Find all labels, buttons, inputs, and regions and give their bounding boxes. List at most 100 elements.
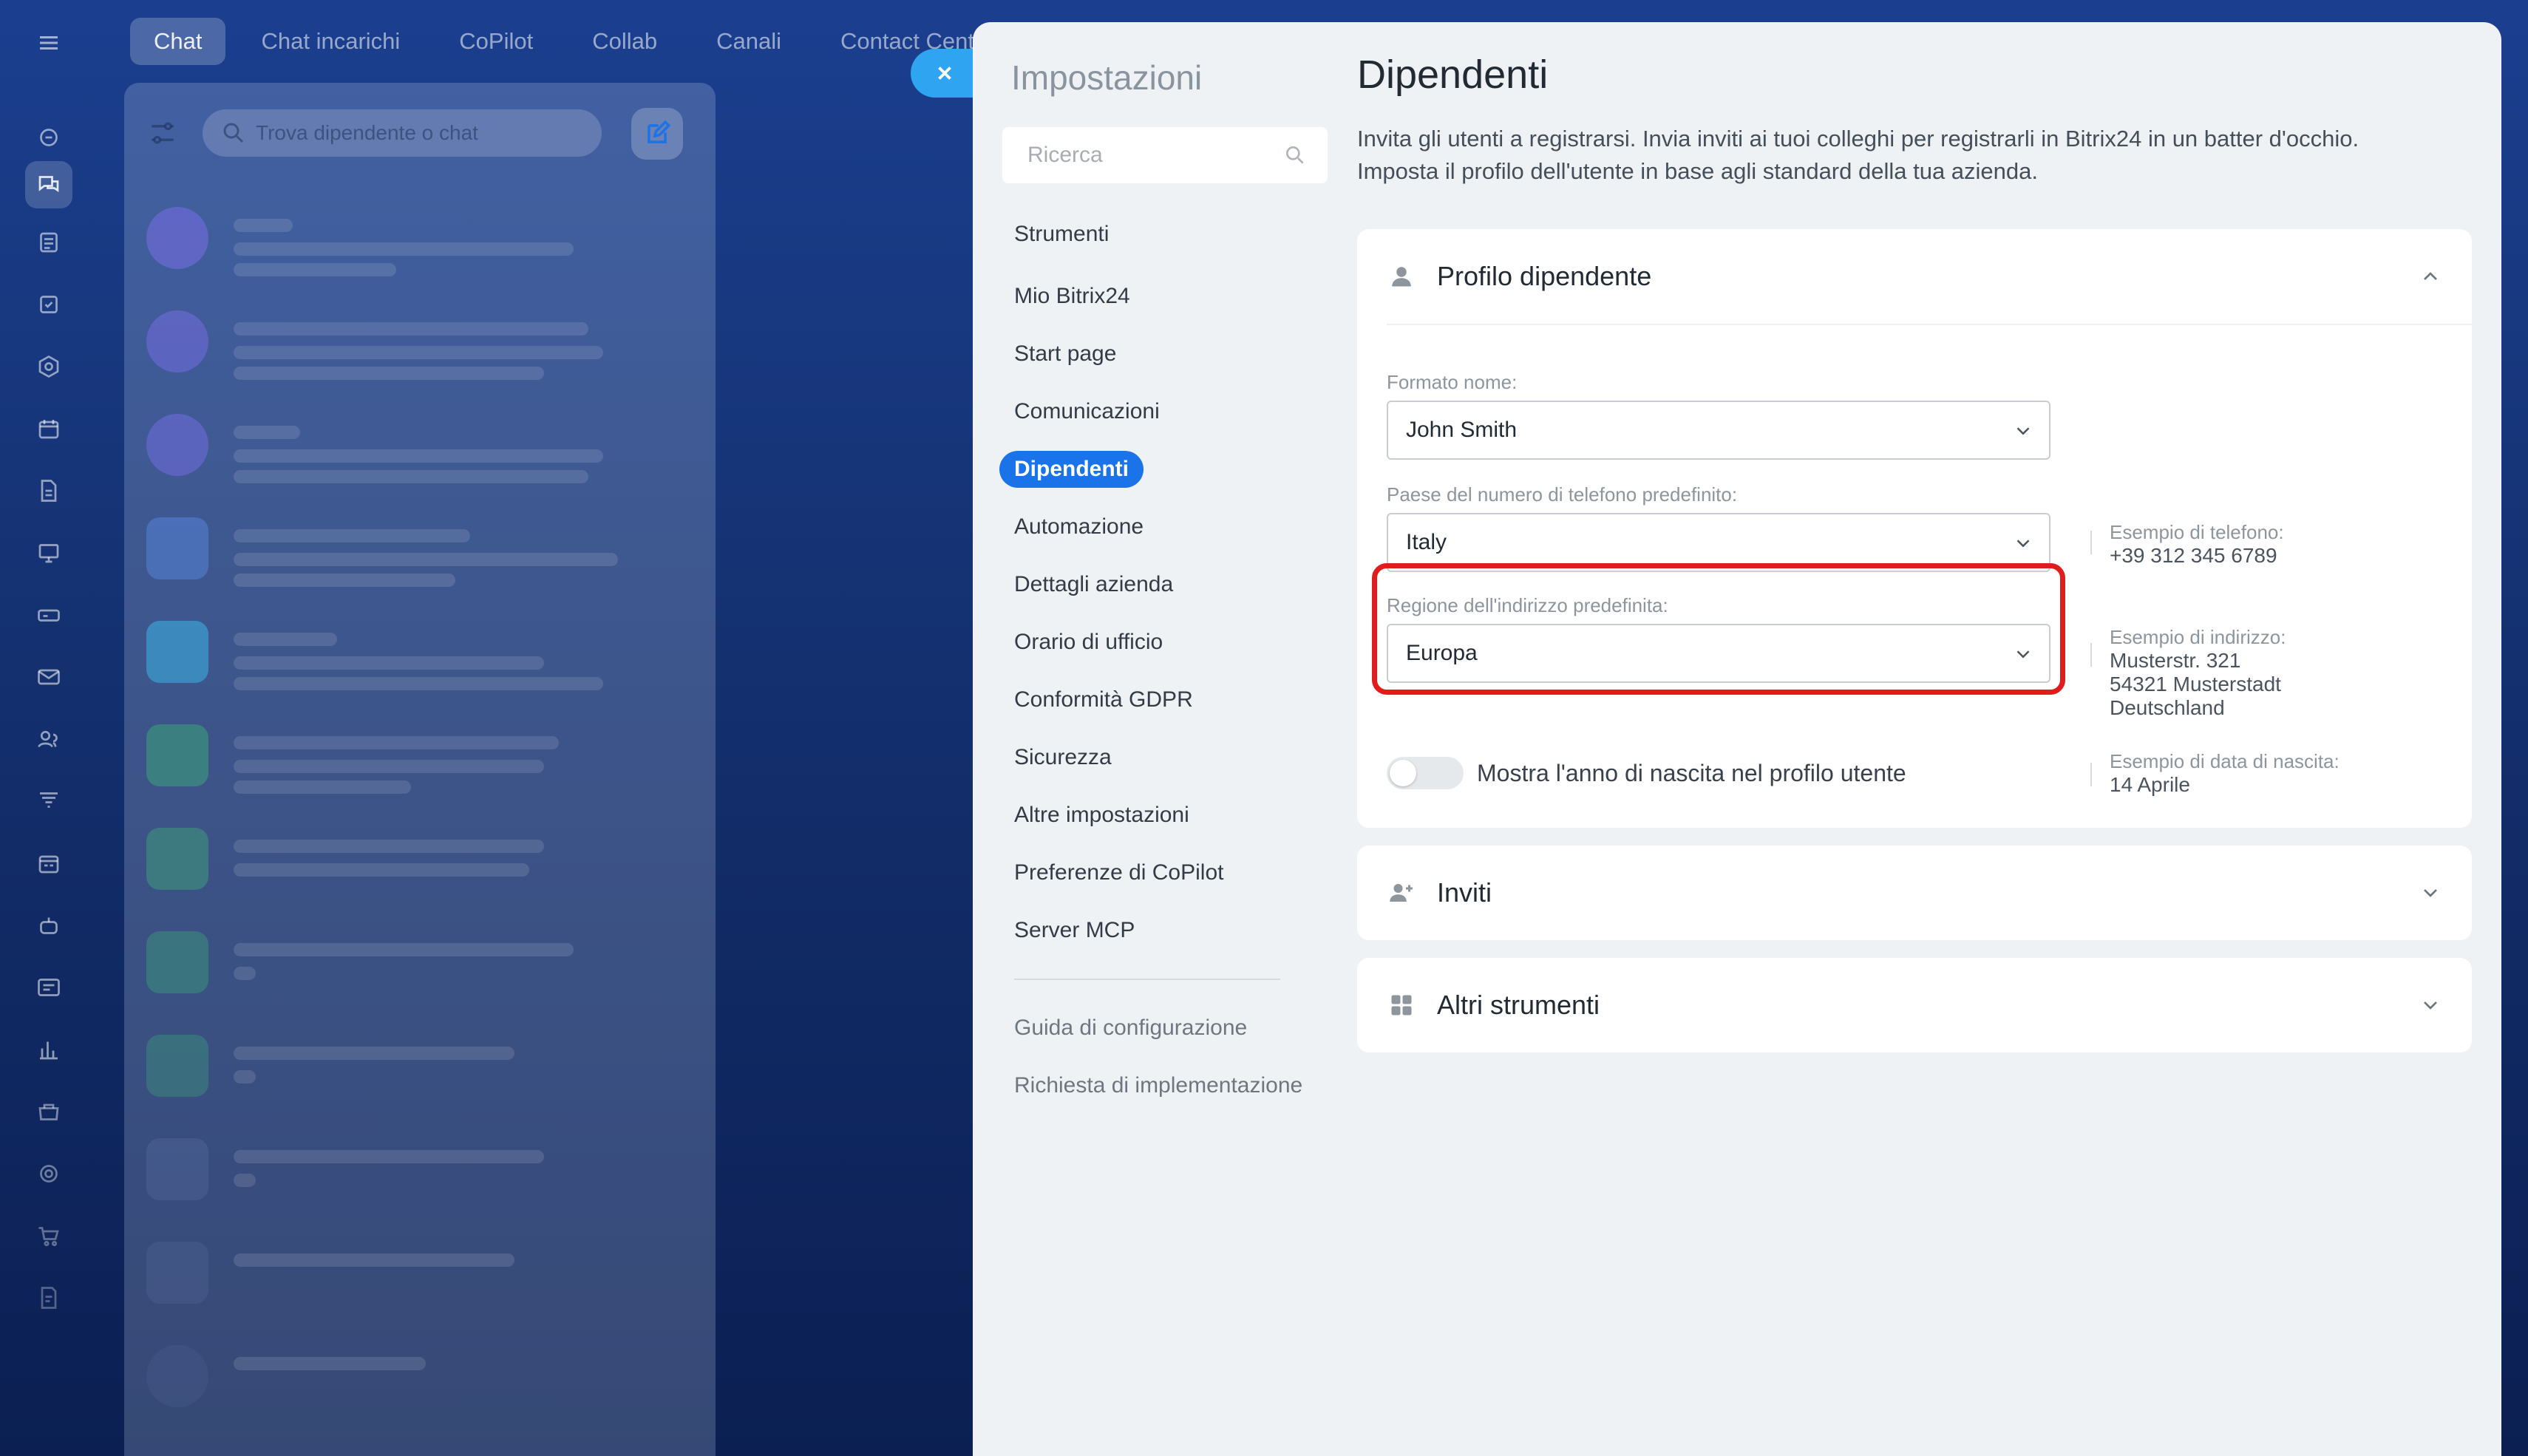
menu-icon[interactable]	[25, 19, 72, 67]
avatar	[146, 621, 208, 683]
settings-panel: Impostazioni Ricerca Strumenti Mio Bitri…	[973, 22, 2501, 1456]
chat-list-item[interactable]	[146, 1021, 693, 1110]
left-rail	[0, 0, 98, 1456]
description-line: Imposta il profilo dell'utente in base a…	[1357, 158, 2039, 184]
chat-icon[interactable]	[25, 161, 72, 208]
drive-icon[interactable]	[25, 591, 72, 639]
cart-icon[interactable]	[25, 1212, 72, 1259]
chevron-down-icon	[2016, 540, 2030, 548]
address-example-line: Deutschland	[2110, 696, 2225, 719]
menu-item-server-mcp[interactable]: Server MCP	[1014, 918, 1135, 943]
tab-copilot[interactable]: CoPilot	[435, 18, 557, 65]
chat-list-item[interactable]	[146, 1332, 693, 1421]
divider	[2090, 643, 2092, 667]
marketing-icon[interactable]	[25, 1150, 72, 1197]
chat-list-item[interactable]	[146, 814, 693, 903]
crm-icon[interactable]	[25, 343, 72, 390]
settings-search-input[interactable]: Ricerca	[1002, 127, 1328, 183]
contacts-icon[interactable]	[25, 715, 72, 763]
divider	[2090, 763, 2092, 786]
chat-list-item[interactable]	[146, 1125, 693, 1214]
settings-search-placeholder: Ricerca	[1027, 143, 1103, 167]
menu-item-dettagli-azienda[interactable]: Dettagli azienda	[1014, 572, 1173, 597]
new-chat-button[interactable]	[631, 108, 683, 160]
tasks-icon[interactable]	[25, 281, 72, 328]
avatar	[146, 414, 208, 476]
phone-country-label: Paese del numero di telefono predefinito…	[1387, 483, 1738, 506]
menu-item-conformita-gdpr[interactable]: Conformità GDPR	[1014, 687, 1193, 712]
chat-list-item[interactable]	[146, 608, 693, 696]
funnel-icon[interactable]	[25, 778, 72, 825]
phone-example: Esempio di telefono: +39 312 345 6789	[2110, 520, 2284, 568]
file-icon[interactable]	[25, 467, 72, 514]
chevron-down-icon	[2016, 650, 2030, 659]
menu-item-comunicazioni[interactable]: Comunicazioni	[1014, 399, 1160, 424]
chat-list-item[interactable]	[146, 194, 693, 282]
tab-canali[interactable]: Canali	[693, 18, 805, 65]
feed-icon[interactable]	[25, 114, 72, 161]
menu-item-orario-di-ufficio[interactable]: Orario di ufficio	[1014, 630, 1163, 655]
menu-item-sicurezza[interactable]: Sicurezza	[1014, 745, 1112, 770]
chat-list-item[interactable]	[146, 711, 693, 800]
invites-card-header[interactable]: Inviti	[1357, 846, 2472, 940]
chat-list-item[interactable]	[146, 401, 693, 489]
invites-card[interactable]: Inviti	[1357, 846, 2472, 940]
address-example-line: Musterstr. 321	[2110, 649, 2241, 672]
analytics-icon[interactable]	[25, 1026, 72, 1073]
link-guida-configurazione[interactable]: Guida di configurazione	[1014, 1016, 1247, 1041]
phone-example-label: Esempio di telefono:	[2110, 521, 2284, 543]
chevron-down-icon[interactable]	[2419, 881, 2442, 905]
tab-chat-incarichi[interactable]: Chat incarichi	[237, 18, 424, 65]
compose-icon	[648, 120, 671, 143]
tab-collab[interactable]: Collab	[568, 18, 681, 65]
chat-search-input[interactable]: Trova dipendente o chat	[203, 109, 602, 157]
name-format-select[interactable]: John Smith	[1387, 401, 2050, 460]
menu-item-automazione[interactable]: Automazione	[1014, 514, 1144, 540]
report-icon[interactable]	[25, 1274, 72, 1321]
address-example-label: Esempio di indirizzo:	[2110, 626, 2286, 648]
person-icon	[1392, 267, 1411, 287]
phone-example-value: +39 312 345 6789	[2110, 544, 2277, 567]
close-icon	[938, 67, 951, 80]
avatar	[146, 1138, 208, 1200]
address-example: Esempio di indirizzo: Musterstr. 321 543…	[2110, 625, 2286, 720]
avatar	[146, 310, 208, 372]
birth-year-toggle[interactable]	[1387, 757, 1464, 789]
menu-item-dipendenti[interactable]: Dipendenti	[999, 451, 1144, 488]
store-icon[interactable]	[25, 1088, 72, 1135]
booking-icon[interactable]	[25, 840, 72, 887]
profile-card-title: Profilo dipendente	[1437, 261, 1652, 291]
menu-item-strumenti[interactable]: Strumenti	[1014, 222, 1109, 247]
search-icon	[223, 123, 244, 143]
tab-chat[interactable]: Chat	[130, 18, 226, 65]
mail-icon[interactable]	[25, 653, 72, 701]
avatar	[146, 828, 208, 890]
avatar	[146, 1242, 208, 1304]
close-slider-button[interactable]	[911, 49, 979, 98]
phone-country-value: Italy	[1406, 530, 1447, 554]
settings-title: Impostazioni	[1011, 58, 1203, 97]
documents-icon[interactable]	[25, 219, 72, 266]
chat-list-panel: Trova dipendente o chat	[124, 83, 716, 1456]
board-icon[interactable]	[25, 529, 72, 576]
chat-list-item[interactable]	[146, 504, 693, 593]
tools-card[interactable]: Altri strumenti	[1357, 958, 2472, 1052]
robot-icon[interactable]	[25, 902, 72, 949]
sites-icon[interactable]	[25, 964, 72, 1011]
menu-item-start-page[interactable]: Start page	[1014, 341, 1116, 367]
profile-card-header[interactable]: Profilo dipendente	[1357, 229, 2472, 324]
address-region-select[interactable]: Europa	[1387, 624, 2050, 683]
chevron-up-icon[interactable]	[2419, 265, 2442, 288]
menu-item-altre-impostazioni[interactable]: Altre impostazioni	[1014, 803, 1189, 828]
link-richiesta-implementazione[interactable]: Richiesta di implementazione	[1014, 1073, 1302, 1098]
menu-item-mio-bitrix24[interactable]: Mio Bitrix24	[1014, 284, 1130, 309]
calendar-icon[interactable]	[25, 405, 72, 452]
chat-list-item[interactable]	[146, 918, 693, 1007]
tools-card-header[interactable]: Altri strumenti	[1357, 958, 2472, 1052]
chevron-down-icon[interactable]	[2419, 993, 2442, 1017]
chat-list-item[interactable]	[146, 1228, 693, 1317]
filter-icon[interactable]	[146, 117, 179, 149]
menu-item-preferenze-copilot[interactable]: Preferenze di CoPilot	[1014, 860, 1223, 885]
birthdate-example-value: 14 Aprile	[2110, 773, 2190, 796]
chat-list-item[interactable]	[146, 297, 693, 386]
